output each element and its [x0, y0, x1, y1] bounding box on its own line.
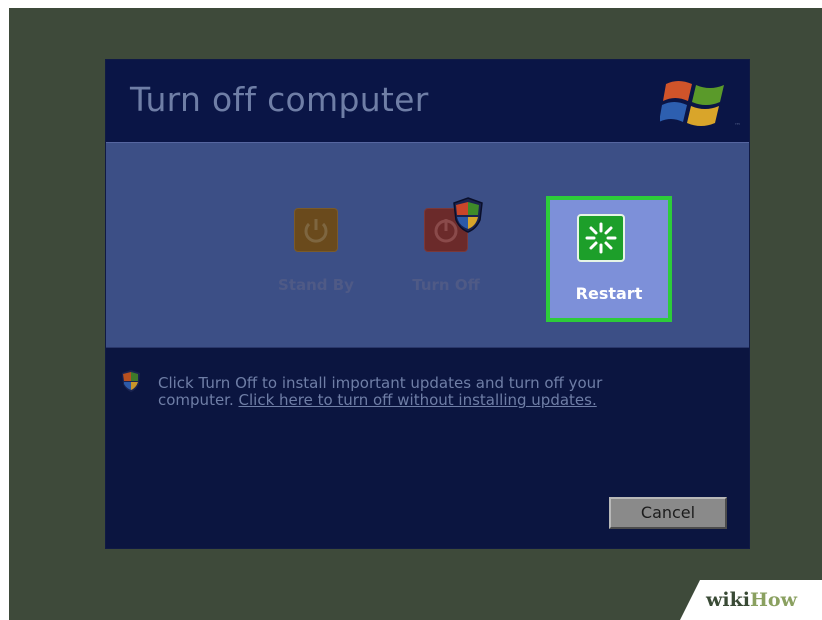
update-message: Click Turn Off to install important upda… — [158, 375, 668, 409]
screenshot-frame: Turn off computer ™ Stand By Turn Off Re… — [9, 8, 822, 620]
restart-icon — [577, 214, 625, 262]
turn-off-dialog: Turn off computer ™ Stand By Turn Off Re… — [106, 60, 749, 548]
standby-label: Stand By — [278, 276, 354, 294]
standby-power-icon — [294, 208, 338, 252]
turnoff-option[interactable]: Turn Off — [386, 208, 506, 294]
dialog-title: Turn off computer — [130, 80, 429, 119]
wikihow-part2: How — [749, 589, 797, 611]
windows-logo-icon — [660, 81, 724, 126]
update-shield-icon — [122, 370, 140, 392]
trademark-mark: ™ — [734, 122, 741, 130]
wikihow-part1: wiki — [706, 589, 750, 611]
security-shield-icon — [453, 197, 483, 233]
cancel-button[interactable]: Cancel — [609, 497, 727, 529]
wikihow-watermark: wikiHow — [672, 580, 822, 620]
standby-option[interactable]: Stand By — [256, 208, 376, 294]
wikihow-logo-text: wikiHow — [706, 589, 797, 611]
turnoff-label: Turn Off — [412, 276, 480, 294]
restart-option[interactable]: Restart — [546, 196, 672, 322]
restart-label: Restart — [575, 284, 643, 303]
dialog-titlebar: Turn off computer ™ — [106, 60, 749, 142]
turn-off-without-updates-link[interactable]: Click here to turn off without installin… — [239, 391, 597, 409]
